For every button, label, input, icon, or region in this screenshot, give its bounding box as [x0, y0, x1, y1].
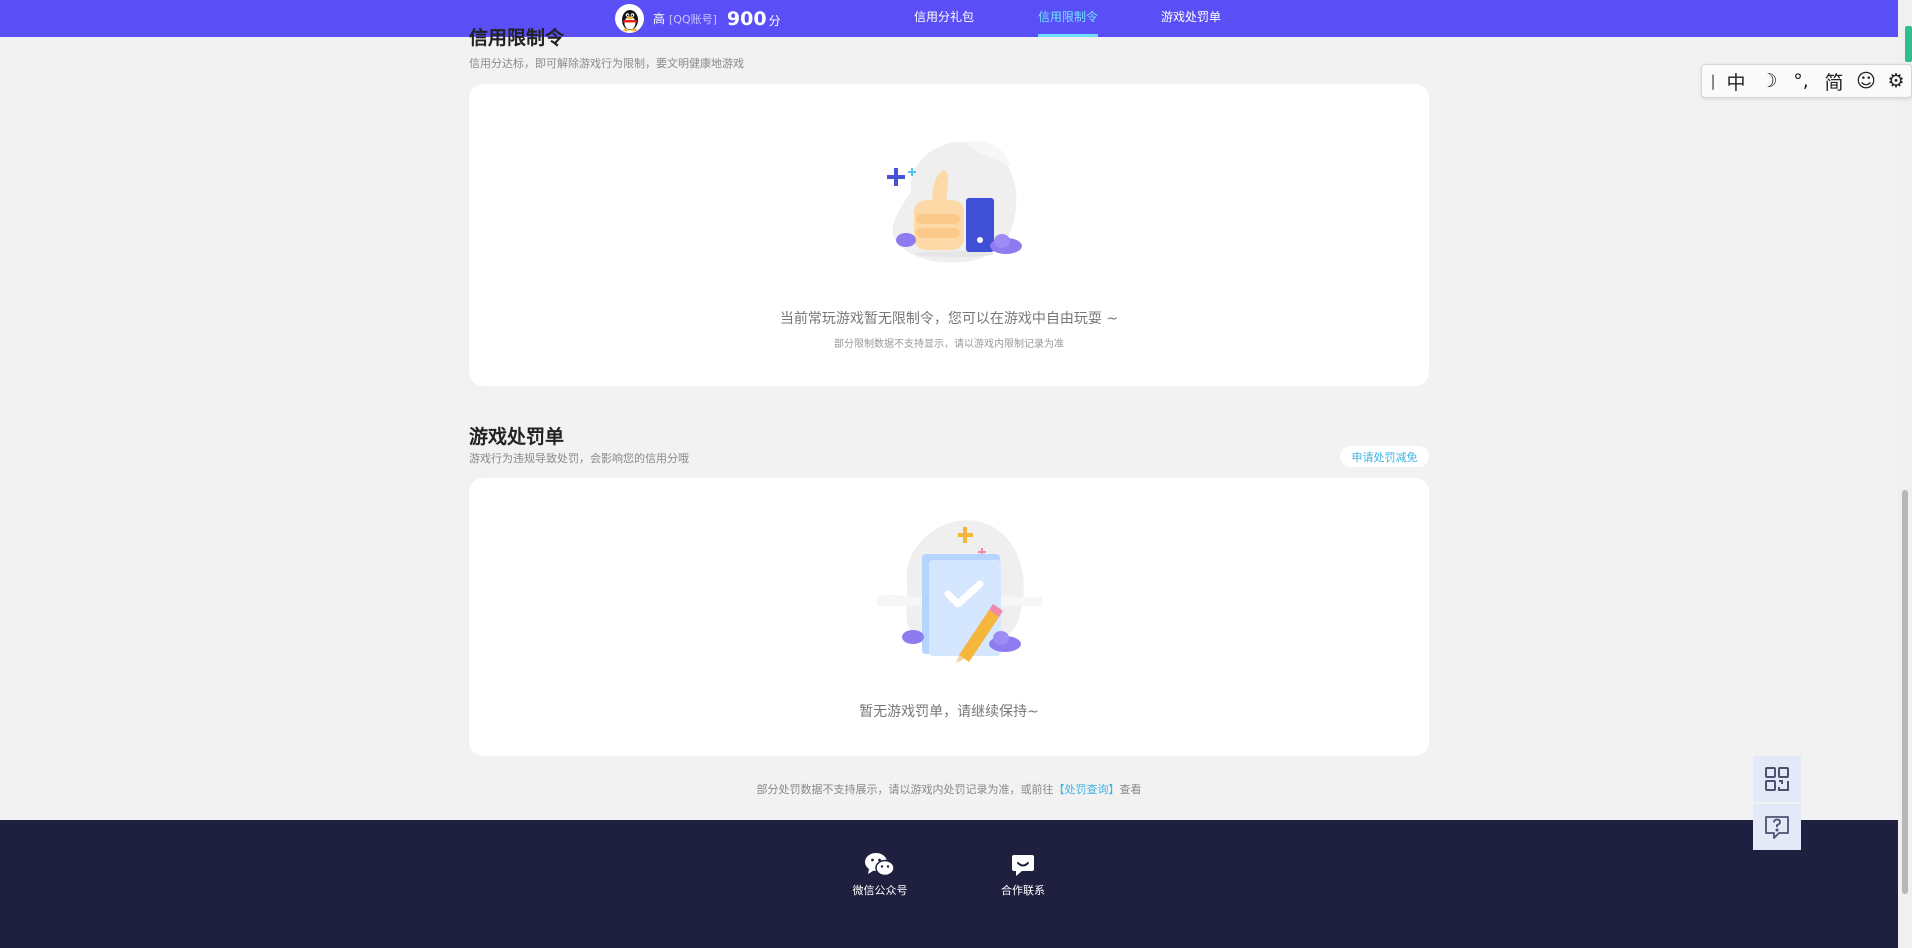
- note-suffix: 查看: [1119, 783, 1142, 796]
- tab-game-penalty[interactable]: 游戏处罚单: [1161, 0, 1221, 37]
- restriction-note: 部分限制数据不支持显示，请以游戏内限制记录为准: [834, 339, 1064, 350]
- chat-bubble-icon: [1012, 855, 1034, 876]
- qr-code-button[interactable]: [1753, 756, 1801, 802]
- qr-code-icon: [1765, 767, 1789, 791]
- footer-cooperation-label: 合作联系: [1001, 884, 1045, 897]
- restriction-section-subtitle: 信用分达标，即可解除游戏行为限制，要文明健康地游戏: [469, 57, 744, 70]
- help-question-icon: [1765, 816, 1789, 839]
- penalty-card: 暂无游戏罚单，请继续保持~: [469, 478, 1429, 756]
- note-prefix: 部分处罚数据不支持展示，请以游戏内处罚记录为准，或前往: [756, 783, 1054, 796]
- penalty-empty-message: 暂无游戏罚单，请继续保持~: [859, 704, 1039, 720]
- avatar[interactable]: [615, 4, 644, 33]
- scrollbar-thumb[interactable]: [1902, 490, 1908, 894]
- footer-wechat-label: 微信公众号: [852, 884, 908, 897]
- tab-credit-gift[interactable]: 信用分礼包: [914, 0, 974, 37]
- restriction-section-title: 信用限制令: [469, 28, 564, 48]
- top-nav-bar: 高 [QQ账号] 900 分 信用分礼包 信用限制令 游戏处罚单: [0, 0, 1912, 37]
- ime-chinese-mode[interactable]: 中: [1718, 64, 1754, 98]
- user-info: 高 [QQ账号] 900 分: [615, 4, 781, 33]
- ime-emoji-icon[interactable]: ☺: [1850, 64, 1882, 98]
- restriction-empty-message: 当前常玩游戏暂无限制令，您可以在游戏中自由玩耍 ~: [779, 311, 1119, 327]
- ime-simplified-mode[interactable]: 简: [1818, 64, 1850, 98]
- help-feedback-button[interactable]: [1753, 804, 1801, 850]
- footer-wechat-account[interactable]: 微信公众号: [835, 852, 925, 898]
- ime-punctuation-icon[interactable]: °,: [1784, 64, 1818, 98]
- footer: 微信公众号 合作联系: [0, 820, 1912, 948]
- user-name: 高: [653, 12, 666, 26]
- ime-settings-gear-icon[interactable]: ⚙: [1882, 64, 1910, 98]
- penalty-data-note: 部分处罚数据不支持展示，请以游戏内处罚记录为准，或前往【处罚查询】查看: [469, 781, 1429, 797]
- qq-penguin-icon: [621, 9, 638, 31]
- penalty-section-subtitle: 游戏行为违规导致处罚，会影响您的信用分哦: [469, 452, 689, 465]
- footer-cooperation-contact[interactable]: 合作联系: [978, 852, 1068, 898]
- restriction-title-text: 信用限制令: [469, 28, 565, 48]
- apply-penalty-relief-button[interactable]: 申请处罚减免: [1340, 446, 1429, 467]
- scrollbar-marker: [1905, 26, 1912, 62]
- credit-score: 900: [726, 7, 767, 30]
- account-type: [QQ账号]: [669, 12, 717, 26]
- score-unit: 分: [768, 14, 781, 28]
- penalty-query-link[interactable]: 【处罚查询】: [1054, 783, 1120, 796]
- tab-credit-restriction[interactable]: 信用限制令: [1038, 0, 1099, 37]
- restriction-card: 当前常玩游戏暂无限制令，您可以在游戏中自由玩耍 ~ 部分限制数据不支持显示，请以…: [469, 84, 1429, 386]
- wechat-icon: [865, 853, 895, 877]
- ime-drag-handle[interactable]: |: [1708, 64, 1718, 98]
- document-pencil-illustration-icon: [877, 520, 1042, 663]
- ime-toolbar: | 中 ☽ °, 简 ☺ ⚙: [1701, 64, 1912, 98]
- thumbs-up-illustration-icon: [887, 140, 1022, 263]
- ime-halfwidth-moon-icon[interactable]: ☽: [1754, 64, 1784, 98]
- penalty-section-title: 游戏处罚单: [469, 426, 565, 448]
